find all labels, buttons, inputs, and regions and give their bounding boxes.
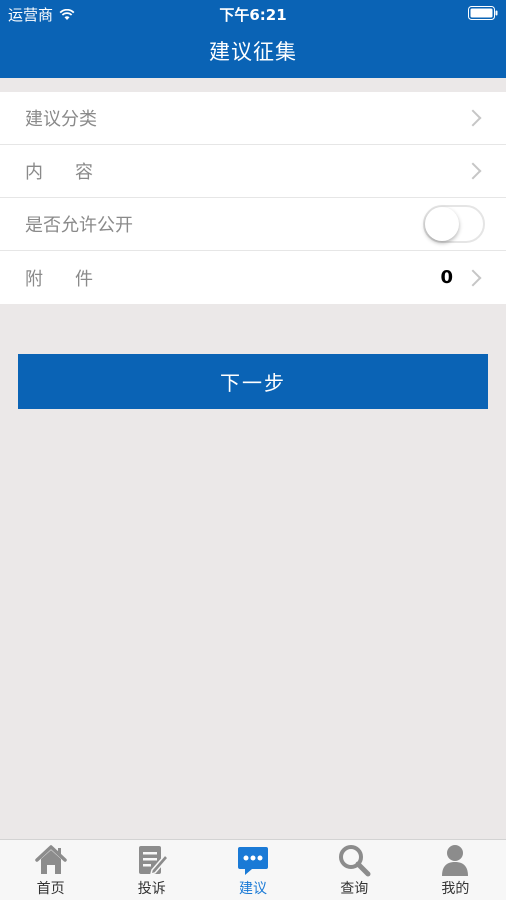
search-icon bbox=[339, 845, 371, 877]
attachment-label: 附件 bbox=[25, 268, 125, 290]
chevron-right-icon bbox=[464, 162, 482, 180]
battery-icon bbox=[468, 6, 498, 20]
status-time: 下午6:21 bbox=[219, 6, 287, 24]
next-step-button[interactable]: 下一步 bbox=[18, 354, 488, 409]
public-row: 是否允许公开 bbox=[0, 198, 506, 251]
tab-complaint[interactable]: 投诉 bbox=[101, 840, 202, 900]
top-bar: 运营商 下午6:21 建议征集 bbox=[0, 0, 506, 78]
attachment-count: 0 bbox=[440, 267, 453, 288]
content-row[interactable]: 内容 bbox=[0, 145, 506, 198]
tab-search[interactable]: 查询 bbox=[304, 840, 405, 900]
tab-bar: 首页 投诉 建议 查询 我的 bbox=[0, 839, 506, 900]
page-title: 建议征集 bbox=[209, 40, 297, 64]
suggestion-icon bbox=[238, 847, 268, 875]
tab-label: 我的 bbox=[441, 881, 470, 897]
public-toggle[interactable] bbox=[423, 205, 485, 243]
public-label: 是否允许公开 bbox=[25, 215, 133, 236]
tab-mine[interactable]: 我的 bbox=[405, 840, 506, 900]
tab-label: 首页 bbox=[36, 881, 65, 897]
complaint-icon bbox=[138, 846, 169, 876]
tab-label: 投诉 bbox=[137, 881, 166, 897]
tab-home[interactable]: 首页 bbox=[0, 840, 101, 900]
chevron-right-icon bbox=[464, 269, 482, 286]
chevron-right-icon bbox=[464, 109, 482, 127]
person-icon bbox=[442, 845, 469, 876]
tab-label: 建议 bbox=[239, 881, 267, 897]
category-row[interactable]: 建议分类 bbox=[0, 92, 506, 145]
tab-suggestion[interactable]: 建议 bbox=[202, 840, 303, 900]
home-icon bbox=[34, 845, 67, 874]
tab-label: 查询 bbox=[340, 881, 369, 897]
attachment-row[interactable]: 附件 0 bbox=[0, 251, 506, 304]
suggestion-form: 建议分类 内容 是否允许公开 附件 0 bbox=[0, 92, 506, 304]
content-label: 内容 bbox=[25, 162, 125, 183]
category-label: 建议分类 bbox=[25, 109, 97, 130]
status-bar: 运营商 下午6:21 bbox=[0, 0, 506, 26]
toggle-knob bbox=[425, 207, 459, 241]
